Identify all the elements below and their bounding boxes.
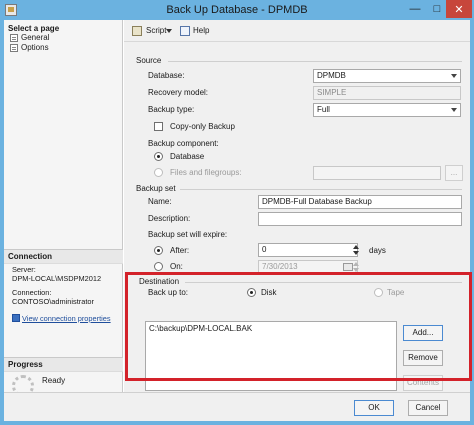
chevron-down-icon: [451, 74, 457, 78]
cancel-button[interactable]: Cancel: [408, 400, 448, 416]
add-destination-button[interactable]: Add...: [403, 325, 443, 341]
expire-date-input[interactable]: 7/30/2013: [258, 260, 358, 274]
left-pane: Select a page General Options Connection…: [4, 20, 123, 421]
backup-set-section-title: Backup set: [136, 184, 176, 193]
database-value: DPMDB: [317, 71, 346, 80]
connection-value: CONTOSO\administrator: [12, 297, 95, 306]
database-select[interactable]: DPMDB: [313, 69, 461, 83]
help-button[interactable]: Help: [180, 25, 209, 37]
help-label: Help: [193, 26, 210, 35]
backup-type-label: Backup type:: [148, 105, 195, 114]
connection-label: Connection:: [12, 288, 52, 297]
maximize-button[interactable]: □: [426, 0, 448, 18]
expire-after-label: After:: [170, 246, 190, 255]
script-dropdown-icon[interactable]: [166, 29, 172, 33]
copy-only-label: Copy-only Backup: [170, 122, 235, 131]
destination-tape-label: Tape: [387, 288, 405, 297]
expire-days-input[interactable]: 0: [258, 243, 358, 257]
page-item-label: Options: [21, 43, 49, 52]
server-label: Server:: [12, 265, 36, 274]
dialog-client: Select a page General Options Connection…: [4, 20, 470, 421]
progress-status: Ready: [42, 376, 66, 385]
page-item-general[interactable]: General: [4, 33, 122, 43]
connection-header: Connection: [4, 249, 123, 264]
page-item-options[interactable]: Options: [4, 43, 122, 53]
backup-set-divider: [180, 189, 462, 190]
script-icon: [132, 26, 142, 36]
title-bar: Back Up Database - DPMDB — □ ✕: [0, 0, 474, 20]
spin-down-icon: [353, 251, 359, 255]
destination-tape-radio[interactable]: [374, 288, 383, 297]
component-files-radio[interactable]: [154, 168, 163, 177]
server-value: DPM-LOCAL\MSDPM2012: [12, 274, 102, 283]
backup-type-value: Full: [317, 105, 330, 114]
copy-only-checkbox[interactable]: [154, 122, 163, 131]
expire-date-value: 7/30/2013: [262, 262, 298, 271]
days-label: days: [369, 246, 386, 255]
destination-list[interactable]: C:\backup\DPM-LOCAL.BAK: [145, 321, 397, 391]
expire-after-radio[interactable]: [154, 246, 163, 255]
script-label: Script: [146, 26, 167, 35]
page-icon: [10, 44, 18, 52]
component-database-radio[interactable]: [154, 152, 163, 161]
destination-divider: [185, 282, 462, 283]
ok-button[interactable]: OK: [354, 400, 394, 416]
contents-button[interactable]: Contents: [403, 375, 443, 391]
dialog-footer: OK Cancel: [4, 392, 470, 421]
script-button[interactable]: Script: [132, 25, 166, 37]
backup-name-input[interactable]: DPMDB-Full Database Backup: [258, 195, 462, 209]
minimize-button[interactable]: —: [404, 0, 426, 18]
backup-type-select[interactable]: Full: [313, 103, 461, 117]
view-connection-properties-label: View connection properties: [22, 314, 111, 323]
view-connection-properties-link[interactable]: View connection properties: [12, 314, 111, 323]
back-up-to-label: Back up to:: [148, 288, 189, 297]
progress-header: Progress: [4, 357, 123, 372]
connection-info: Server: DPM-LOCAL\MSDPM2012 Connection: …: [12, 265, 101, 306]
recovery-model-label: Recovery model:: [148, 88, 209, 97]
destination-path-item[interactable]: C:\backup\DPM-LOCAL.BAK: [149, 324, 393, 334]
destination-disk-label: Disk: [261, 288, 277, 297]
close-button[interactable]: ✕: [446, 0, 472, 18]
recovery-model-field: SIMPLE: [313, 86, 461, 100]
component-files-label: Files and filegroups:: [170, 168, 242, 177]
description-input[interactable]: [258, 212, 462, 226]
component-database-label: Database: [170, 152, 205, 161]
chevron-down-icon: [451, 108, 457, 112]
expire-on-radio[interactable]: [154, 262, 163, 271]
source-section-title: Source: [136, 56, 162, 65]
expire-label: Backup set will expire:: [148, 230, 228, 239]
expire-date-spinner[interactable]: [351, 260, 361, 274]
toolbar: Script Help: [124, 20, 470, 42]
spin-down-icon: [353, 268, 359, 272]
browse-files-button[interactable]: ...: [445, 165, 463, 181]
spin-up-icon: [353, 262, 359, 266]
remove-destination-button[interactable]: Remove: [403, 350, 443, 366]
dialog-window: Back Up Database - DPMDB — □ ✕ Select a …: [0, 0, 474, 425]
expire-days-spinner[interactable]: [351, 243, 361, 257]
expire-on-label: On:: [170, 262, 183, 271]
window-title: Back Up Database - DPMDB: [166, 4, 308, 16]
database-label: Database:: [148, 71, 185, 80]
properties-icon: [12, 314, 20, 322]
files-filegroups-field: [313, 166, 441, 180]
select-page-header: Select a page: [8, 24, 60, 33]
destination-section-title: Destination: [139, 277, 180, 286]
source-divider: [168, 61, 462, 62]
name-label: Name:: [148, 197, 172, 206]
destination-disk-radio[interactable]: [247, 288, 256, 297]
backup-component-label: Backup component:: [148, 139, 219, 148]
spin-up-icon: [353, 245, 359, 249]
description-label: Description:: [148, 214, 191, 223]
help-icon: [180, 26, 190, 36]
page-item-label: General: [21, 33, 50, 42]
page-icon: [10, 34, 18, 42]
